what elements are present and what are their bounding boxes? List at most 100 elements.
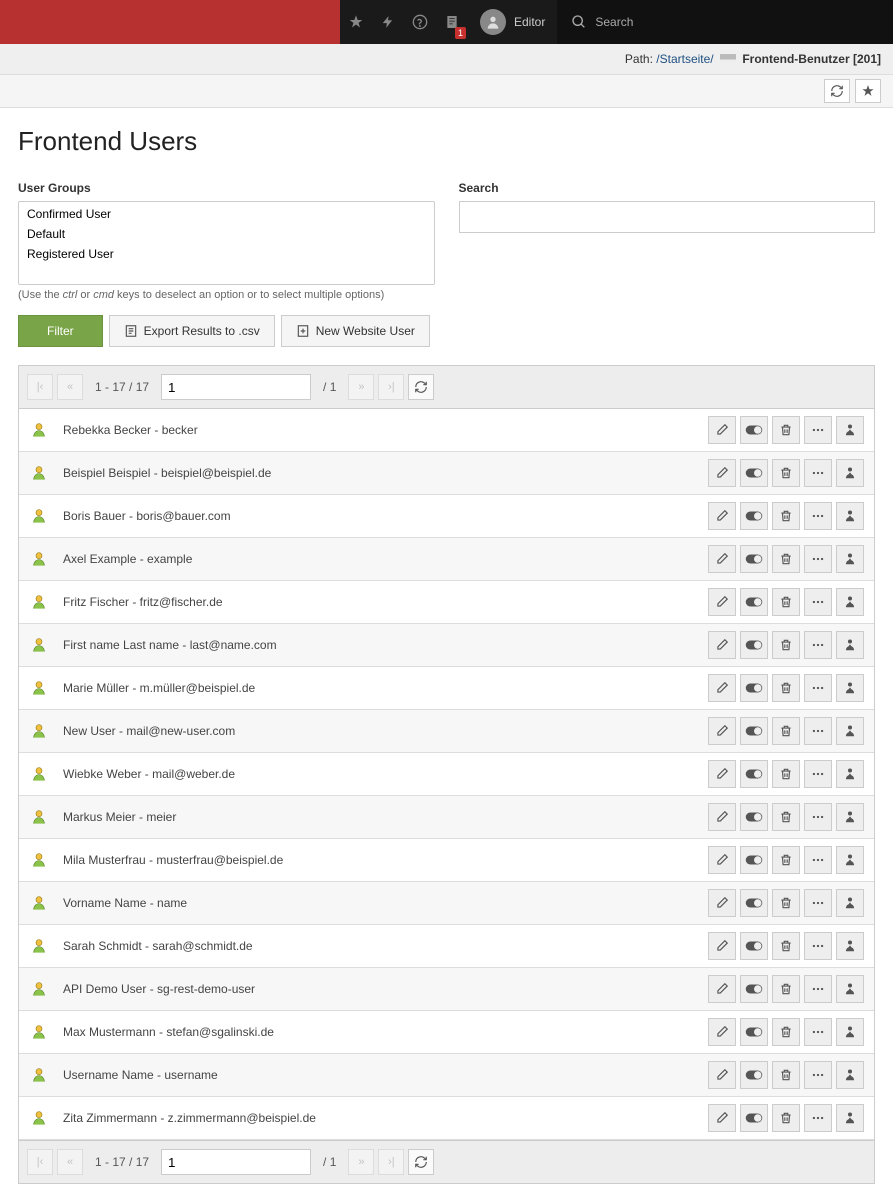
switch-user-button[interactable] — [836, 846, 864, 874]
switch-user-button[interactable] — [836, 932, 864, 960]
bookmark-button[interactable] — [855, 79, 881, 103]
toggle-button[interactable] — [740, 502, 768, 530]
refresh-button[interactable] — [824, 79, 850, 103]
toggle-button[interactable] — [740, 889, 768, 917]
delete-button[interactable] — [772, 1104, 800, 1132]
toggle-button[interactable] — [740, 932, 768, 960]
toggle-button[interactable] — [740, 803, 768, 831]
group-option[interactable]: Default — [21, 224, 432, 244]
delete-button[interactable] — [772, 760, 800, 788]
more-button[interactable] — [804, 545, 832, 573]
edit-button[interactable] — [708, 1104, 736, 1132]
star-icon[interactable] — [340, 0, 372, 44]
switch-user-button[interactable] — [836, 760, 864, 788]
pager-prev-icon[interactable]: « — [57, 374, 83, 400]
toggle-button[interactable] — [740, 588, 768, 616]
pager-next-icon[interactable]: » — [348, 1149, 374, 1175]
breadcrumb-root[interactable]: /Startseite/ — [656, 52, 713, 66]
more-button[interactable] — [804, 459, 832, 487]
edit-button[interactable] — [708, 717, 736, 745]
more-button[interactable] — [804, 1104, 832, 1132]
pager-refresh-icon[interactable] — [408, 374, 434, 400]
switch-user-button[interactable] — [836, 975, 864, 1003]
search-input[interactable] — [459, 201, 876, 233]
more-button[interactable] — [804, 631, 832, 659]
edit-button[interactable] — [708, 545, 736, 573]
filter-button[interactable]: Filter — [18, 315, 103, 347]
pager-last-icon[interactable]: ›| — [378, 374, 404, 400]
more-button[interactable] — [804, 717, 832, 745]
edit-button[interactable] — [708, 846, 736, 874]
pager-first-icon[interactable]: |‹ — [27, 1149, 53, 1175]
more-button[interactable] — [804, 502, 832, 530]
more-button[interactable] — [804, 416, 832, 444]
user-groups-select[interactable]: Confirmed UserDefaultRegistered User — [18, 201, 435, 285]
edit-button[interactable] — [708, 975, 736, 1003]
lightning-icon[interactable] — [372, 0, 404, 44]
toggle-button[interactable] — [740, 717, 768, 745]
delete-button[interactable] — [772, 545, 800, 573]
delete-button[interactable] — [772, 932, 800, 960]
help-icon[interactable] — [404, 0, 436, 44]
switch-user-button[interactable] — [836, 588, 864, 616]
pager-next-icon[interactable]: » — [348, 374, 374, 400]
switch-user-button[interactable] — [836, 459, 864, 487]
more-button[interactable] — [804, 674, 832, 702]
switch-user-button[interactable] — [836, 416, 864, 444]
switch-user-button[interactable] — [836, 889, 864, 917]
delete-button[interactable] — [772, 416, 800, 444]
toggle-button[interactable] — [740, 1104, 768, 1132]
delete-button[interactable] — [772, 502, 800, 530]
more-button[interactable] — [804, 803, 832, 831]
more-button[interactable] — [804, 846, 832, 874]
toggle-button[interactable] — [740, 846, 768, 874]
pager-page-input[interactable] — [161, 374, 311, 400]
edit-button[interactable] — [708, 631, 736, 659]
group-option[interactable]: Confirmed User — [21, 204, 432, 224]
toggle-button[interactable] — [740, 975, 768, 1003]
group-option[interactable]: Registered User — [21, 244, 432, 264]
new-user-button[interactable]: New Website User — [281, 315, 430, 347]
more-button[interactable] — [804, 760, 832, 788]
pager-first-icon[interactable]: |‹ — [27, 374, 53, 400]
edit-button[interactable] — [708, 1018, 736, 1046]
edit-button[interactable] — [708, 502, 736, 530]
delete-button[interactable] — [772, 889, 800, 917]
switch-user-button[interactable] — [836, 674, 864, 702]
toggle-button[interactable] — [740, 631, 768, 659]
delete-button[interactable] — [772, 1018, 800, 1046]
pager-refresh-icon[interactable] — [408, 1149, 434, 1175]
delete-button[interactable] — [772, 1061, 800, 1089]
delete-button[interactable] — [772, 846, 800, 874]
export-button[interactable]: Export Results to .csv — [109, 315, 275, 347]
delete-button[interactable] — [772, 631, 800, 659]
delete-button[interactable] — [772, 975, 800, 1003]
toggle-button[interactable] — [740, 459, 768, 487]
delete-button[interactable] — [772, 588, 800, 616]
pager-last-icon[interactable]: ›| — [378, 1149, 404, 1175]
clipboard-icon[interactable]: 1 — [436, 0, 468, 44]
switch-user-button[interactable] — [836, 545, 864, 573]
pager-prev-icon[interactable]: « — [57, 1149, 83, 1175]
delete-button[interactable] — [772, 674, 800, 702]
switch-user-button[interactable] — [836, 1104, 864, 1132]
toggle-button[interactable] — [740, 760, 768, 788]
edit-button[interactable] — [708, 760, 736, 788]
switch-user-button[interactable] — [836, 631, 864, 659]
more-button[interactable] — [804, 1061, 832, 1089]
delete-button[interactable] — [772, 459, 800, 487]
more-button[interactable] — [804, 889, 832, 917]
switch-user-button[interactable] — [836, 502, 864, 530]
more-button[interactable] — [804, 975, 832, 1003]
toggle-button[interactable] — [740, 1018, 768, 1046]
edit-button[interactable] — [708, 588, 736, 616]
edit-button[interactable] — [708, 674, 736, 702]
delete-button[interactable] — [772, 717, 800, 745]
toggle-button[interactable] — [740, 1061, 768, 1089]
delete-button[interactable] — [772, 803, 800, 831]
edit-button[interactable] — [708, 932, 736, 960]
edit-button[interactable] — [708, 416, 736, 444]
toggle-button[interactable] — [740, 416, 768, 444]
switch-user-button[interactable] — [836, 1018, 864, 1046]
toggle-button[interactable] — [740, 674, 768, 702]
